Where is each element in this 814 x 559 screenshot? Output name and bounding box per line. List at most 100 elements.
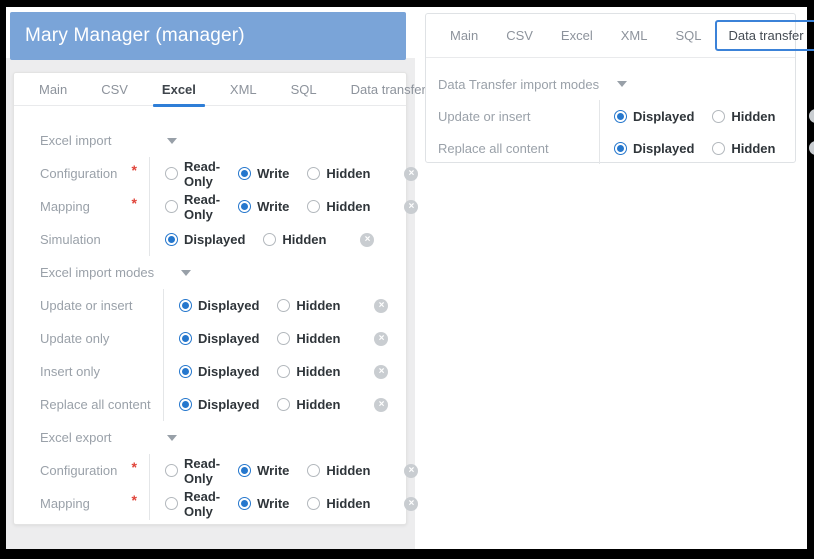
radio-hidden[interactable]: Hidden xyxy=(307,496,370,511)
radio-displayed[interactable]: Displayed xyxy=(179,331,259,346)
required-asterisk: * xyxy=(132,162,137,178)
field-controls: Displayed Hidden × xyxy=(163,355,388,388)
required-asterisk: * xyxy=(132,459,137,475)
radio-displayed[interactable]: Displayed xyxy=(614,141,694,156)
chevron-down-icon xyxy=(167,138,177,144)
radio-label: Hidden xyxy=(296,397,340,412)
tab-excel[interactable]: Excel xyxy=(547,14,607,57)
radio-icon xyxy=(307,167,320,180)
radio-hidden[interactable]: Hidden xyxy=(307,463,370,478)
radio-hidden[interactable]: Hidden xyxy=(277,397,340,412)
radio-icon xyxy=(277,365,290,378)
clear-icon[interactable]: × xyxy=(374,365,388,379)
tab-csv[interactable]: CSV xyxy=(492,14,547,57)
clear-icon[interactable]: × xyxy=(404,167,418,181)
radio-icon xyxy=(165,233,178,246)
clear-icon[interactable]: × xyxy=(809,141,814,155)
radio-label: Hidden xyxy=(282,232,326,247)
tab-main[interactable]: Main xyxy=(22,73,84,105)
field-row-configuration: Configuration * Read-Only Write Hidden × xyxy=(40,157,386,190)
radio-icon xyxy=(179,299,192,312)
radio-displayed[interactable]: Displayed xyxy=(179,397,259,412)
tab-sql[interactable]: SQL xyxy=(274,73,334,105)
radio-label: Write xyxy=(257,166,289,181)
radio-label: Displayed xyxy=(633,109,694,124)
section-header-excel-import-modes[interactable]: Excel import modes xyxy=(40,256,386,289)
radio-displayed[interactable]: Displayed xyxy=(179,364,259,379)
radio-write[interactable]: Write xyxy=(238,166,289,181)
radio-write[interactable]: Write xyxy=(238,199,289,214)
radio-icon xyxy=(307,200,320,213)
section-header-data-transfer-import-modes[interactable]: Data Transfer import modes xyxy=(438,68,783,100)
radio-icon xyxy=(165,497,178,510)
radio-label: Hidden xyxy=(326,496,370,511)
radio-write[interactable]: Write xyxy=(238,496,289,511)
section-header-excel-import[interactable]: Excel import xyxy=(40,124,386,157)
radio-hidden[interactable]: Hidden xyxy=(277,364,340,379)
radio-label: Displayed xyxy=(198,298,259,313)
field-controls: Displayed Hidden × xyxy=(163,322,388,355)
section-header-label: Excel import xyxy=(40,133,165,148)
required-asterisk: * xyxy=(132,195,137,211)
radio-icon xyxy=(165,167,178,180)
section-header-label: Excel export xyxy=(40,430,165,445)
required-asterisk: * xyxy=(132,492,137,508)
radio-icon xyxy=(179,398,192,411)
clear-icon[interactable]: × xyxy=(404,464,418,478)
radio-hidden[interactable]: Hidden xyxy=(307,199,370,214)
radio-label: Hidden xyxy=(296,364,340,379)
page-title: Mary Manager (manager) xyxy=(25,25,245,47)
tab-main[interactable]: Main xyxy=(436,14,492,57)
tab-xml[interactable]: XML xyxy=(213,73,274,105)
field-label-text: Update only xyxy=(40,331,109,346)
tab-xml[interactable]: XML xyxy=(607,14,662,57)
radio-hidden[interactable]: Hidden xyxy=(712,109,775,124)
radio-label: Displayed xyxy=(198,397,259,412)
clear-icon[interactable]: × xyxy=(374,398,388,412)
field-label: Update or insert xyxy=(438,100,599,132)
clear-icon[interactable]: × xyxy=(374,332,388,346)
field-controls: Read-Only Write Hidden × xyxy=(149,190,418,223)
section-header-excel-export[interactable]: Excel export xyxy=(40,421,386,454)
radio-read-only[interactable]: Read-Only xyxy=(165,489,220,519)
field-label-text: Mapping xyxy=(40,199,90,214)
tab-csv[interactable]: CSV xyxy=(84,73,145,105)
radio-displayed[interactable]: Displayed xyxy=(179,298,259,313)
radio-label: Displayed xyxy=(184,232,245,247)
left-panel-body: Excel import Configuration * Read-Only W… xyxy=(14,106,406,520)
field-row-configuration: Configuration * Read-Only Write Hidden × xyxy=(40,454,386,487)
field-label-text: Simulation xyxy=(40,232,101,247)
tab-sql[interactable]: SQL xyxy=(661,14,715,57)
clear-icon[interactable]: × xyxy=(809,109,814,123)
field-controls: Read-Only Write Hidden × xyxy=(149,157,418,190)
radio-label: Read-Only xyxy=(184,192,220,222)
field-row-replace-all-content: Replace all content Displayed Hidden × xyxy=(40,388,386,421)
radio-write[interactable]: Write xyxy=(238,463,289,478)
field-label: Configuration * xyxy=(40,157,149,190)
radio-hidden[interactable]: Hidden xyxy=(277,331,340,346)
radio-hidden[interactable]: Hidden xyxy=(277,298,340,313)
radio-label: Displayed xyxy=(633,141,694,156)
tab-excel[interactable]: Excel xyxy=(145,73,213,105)
clear-icon[interactable]: × xyxy=(404,497,418,511)
field-label: Mapping * xyxy=(40,487,149,520)
field-row-update-or-insert: Update or insert Displayed Hidden × xyxy=(40,289,386,322)
radio-read-only[interactable]: Read-Only xyxy=(165,159,220,189)
field-controls: Read-Only Write Hidden × xyxy=(149,487,418,520)
tab-data-transfer[interactable]: Data transfer xyxy=(715,20,814,51)
radio-hidden[interactable]: Hidden xyxy=(712,141,775,156)
radio-hidden[interactable]: Hidden xyxy=(263,232,326,247)
clear-icon[interactable]: × xyxy=(374,299,388,313)
clear-icon[interactable]: × xyxy=(404,200,418,214)
radio-label: Write xyxy=(257,496,289,511)
field-label: Simulation xyxy=(40,223,149,256)
radio-read-only[interactable]: Read-Only xyxy=(165,192,220,222)
radio-read-only[interactable]: Read-Only xyxy=(165,456,220,486)
radio-icon xyxy=(614,142,627,155)
field-label-text: Update or insert xyxy=(40,298,133,313)
clear-icon[interactable]: × xyxy=(360,233,374,247)
radio-hidden[interactable]: Hidden xyxy=(307,166,370,181)
field-label: Insert only xyxy=(40,355,163,388)
radio-displayed[interactable]: Displayed xyxy=(614,109,694,124)
radio-displayed[interactable]: Displayed xyxy=(165,232,245,247)
